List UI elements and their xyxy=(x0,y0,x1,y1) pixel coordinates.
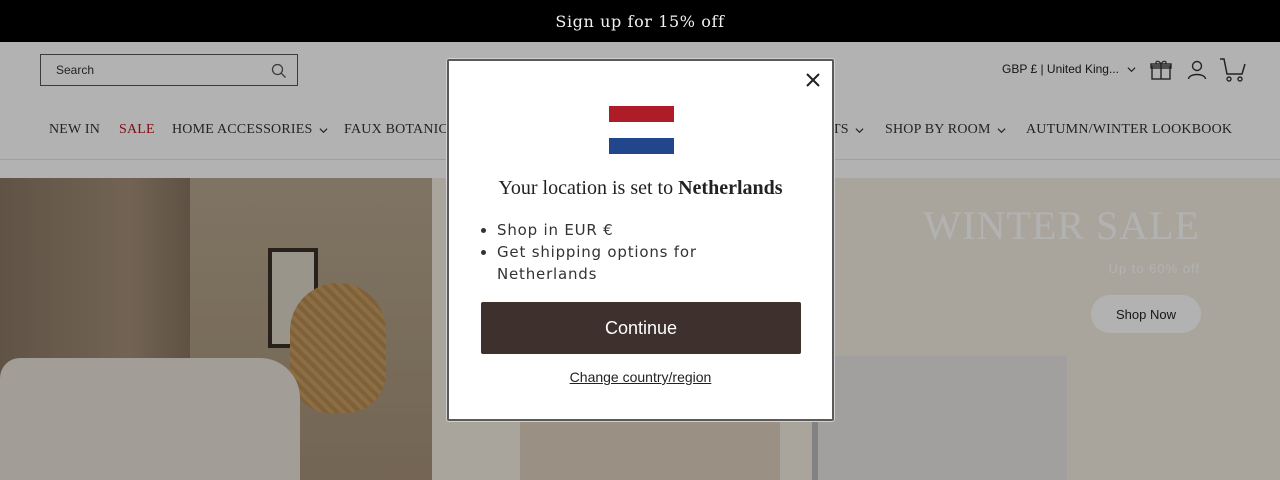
flag-stripe-red xyxy=(609,106,674,122)
close-icon[interactable] xyxy=(804,71,822,89)
announcement-bar[interactable]: Sign up for 15% off xyxy=(0,0,1280,42)
change-country-link[interactable]: Change country/region xyxy=(449,369,832,385)
modal-title-prefix: Your location is set to xyxy=(498,177,679,199)
flag-stripe-blue xyxy=(609,138,674,154)
modal-title: Your location is set to Netherlands xyxy=(449,177,832,200)
announcement-text[interactable]: Sign up for 15% off xyxy=(555,12,724,31)
modal-country: Netherlands xyxy=(678,177,783,199)
location-modal: Your location is set to Netherlands Shop… xyxy=(447,59,834,421)
list-item: Shop in EUR € xyxy=(497,219,797,241)
list-item: Get shipping options for Netherlands xyxy=(497,241,797,285)
continue-button[interactable]: Continue xyxy=(481,302,801,354)
flag-stripe-white xyxy=(609,122,674,138)
modal-benefits-list: Shop in EUR € Get shipping options for N… xyxy=(497,219,797,285)
netherlands-flag-icon xyxy=(609,106,674,154)
